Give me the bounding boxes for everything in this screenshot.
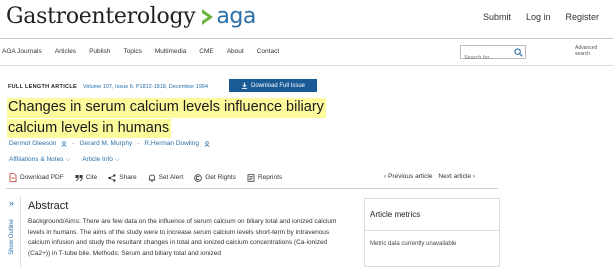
title-line: calcium levels in humans <box>7 118 172 138</box>
article-info-label: Article Info <box>82 156 113 163</box>
show-outline-label: Show Outline <box>9 219 15 255</box>
article-title: Changes in serum calcium levels influenc… <box>7 98 367 139</box>
chevron-left-icon: ‹ <box>384 173 387 180</box>
download-icon <box>241 82 248 89</box>
account-links: Submit Log in Register <box>483 12 599 22</box>
nav-item-contact[interactable]: Contact <box>257 48 279 55</box>
show-outline-tab[interactable]: » Show Outline <box>6 196 18 267</box>
brand[interactable]: Gastroenterology aga <box>6 4 256 29</box>
aga-arrow-icon <box>202 8 214 25</box>
cite-label: Cite <box>85 174 98 181</box>
article-details-links: Affiliations & Notes ⌵ Article Info ⌵ <box>9 156 120 164</box>
author-list: Dermot Gleeson · Gerard M. Murphy · R.He… <box>9 140 210 147</box>
search-icon[interactable] <box>514 48 523 57</box>
article-type: FULL LENGTH ARTICLE <box>8 84 77 90</box>
submit-link[interactable]: Submit <box>483 12 511 22</box>
download-pdf-button[interactable]: Download PDF <box>9 173 64 182</box>
reprints-icon <box>247 173 255 182</box>
set-alert-button[interactable]: Set Alert <box>148 174 184 182</box>
divider <box>20 196 21 267</box>
register-link[interactable]: Register <box>565 12 599 22</box>
main-nav: AGA Journals Articles Publish Topics Mul… <box>0 38 613 66</box>
journal-name[interactable]: Gastroenterology <box>6 4 196 29</box>
article-metrics-heading: Article metrics <box>370 210 421 219</box>
next-article-label: Next article <box>438 173 471 180</box>
reprints-button[interactable]: Reprints <box>247 173 283 182</box>
person-icon <box>204 140 210 147</box>
cite-button[interactable]: Cite <box>75 174 98 182</box>
divider <box>365 230 499 231</box>
nav-item-publish[interactable]: Publish <box>89 48 110 55</box>
volume-link[interactable]: Volume 107, Issue 6, P1812-1818, Decembe… <box>83 84 208 90</box>
affiliations-toggle[interactable]: Affiliations & Notes ⌵ <box>9 156 70 164</box>
divider <box>6 188 498 189</box>
chevron-down-icon: ⌵ <box>114 156 120 163</box>
abstract-heading: Abstract <box>28 200 69 212</box>
pdf-icon <box>9 173 17 182</box>
search-box <box>460 45 526 64</box>
get-rights-label: Get Rights <box>205 174 236 181</box>
author-separator: · <box>137 140 140 147</box>
article-info-toggle[interactable]: Article Info ⌵ <box>82 156 119 164</box>
nav-item-aga-journals[interactable]: AGA Journals <box>2 48 42 55</box>
bell-icon <box>148 174 155 182</box>
title-line: Changes in serum calcium levels influenc… <box>7 98 326 118</box>
download-full-issue-label: Download Full Issue <box>250 82 306 89</box>
copyright-icon <box>194 173 203 182</box>
nav-item-articles[interactable]: Articles <box>55 48 76 55</box>
article-pagination: ‹ Previous article Next article › <box>384 173 475 180</box>
double-chevron-right-icon: » <box>9 198 15 208</box>
download-full-issue-button[interactable]: Download Full Issue <box>229 79 317 92</box>
abstract-text: Background/Aims: There are few data on t… <box>28 218 337 257</box>
author-link[interactable]: Dermot Gleeson <box>9 140 56 147</box>
site-header: Gastroenterology aga Submit Log in Regis… <box>0 0 613 37</box>
person-icon <box>61 140 67 147</box>
download-pdf-label: Download PDF <box>20 174 64 181</box>
share-button[interactable]: Share <box>108 173 137 182</box>
article-metrics-panel: Article metrics Metric data currently un… <box>364 198 500 267</box>
quote-icon <box>75 174 83 181</box>
search-input[interactable] <box>461 52 513 64</box>
author-link[interactable]: R.Herman Dowling <box>144 140 199 147</box>
aga-logo-text: aga <box>216 4 256 29</box>
nav-item-topics[interactable]: Topics <box>123 48 141 55</box>
article-toolbar: Download PDF Cite Share Set Alert Get Ri… <box>9 173 282 182</box>
aga-logo[interactable]: aga <box>202 4 256 29</box>
set-alert-label: Set Alert <box>158 174 184 181</box>
nav-item-about[interactable]: About <box>227 48 244 55</box>
author-separator: · <box>72 140 75 147</box>
nav-item-multimedia[interactable]: Multimedia <box>155 48 186 55</box>
nav-menu: AGA Journals Articles Publish Topics Mul… <box>2 48 279 55</box>
article-metrics-status: Metric data currently unavailable <box>370 241 457 247</box>
affiliations-label: Affiliations & Notes <box>9 156 64 163</box>
share-icon <box>108 173 116 182</box>
reprints-label: Reprints <box>257 174 283 181</box>
get-rights-button[interactable]: Get Rights <box>194 173 236 182</box>
nav-item-cme[interactable]: CME <box>199 48 213 55</box>
next-article-link[interactable]: Next article › <box>438 173 475 180</box>
chevron-down-icon: ⌵ <box>65 156 71 163</box>
article-meta: FULL LENGTH ARTICLE Volume 107, Issue 6,… <box>8 84 208 90</box>
login-link[interactable]: Log in <box>526 12 551 22</box>
advanced-search-link[interactable]: Advanced search <box>575 45 605 57</box>
share-label: Share <box>119 174 137 181</box>
chevron-right-icon: › <box>472 173 475 180</box>
previous-article-link[interactable]: ‹ Previous article <box>384 173 432 180</box>
author-link[interactable]: Gerard M. Murphy <box>80 140 133 147</box>
previous-article-label: Previous article <box>387 173 433 180</box>
